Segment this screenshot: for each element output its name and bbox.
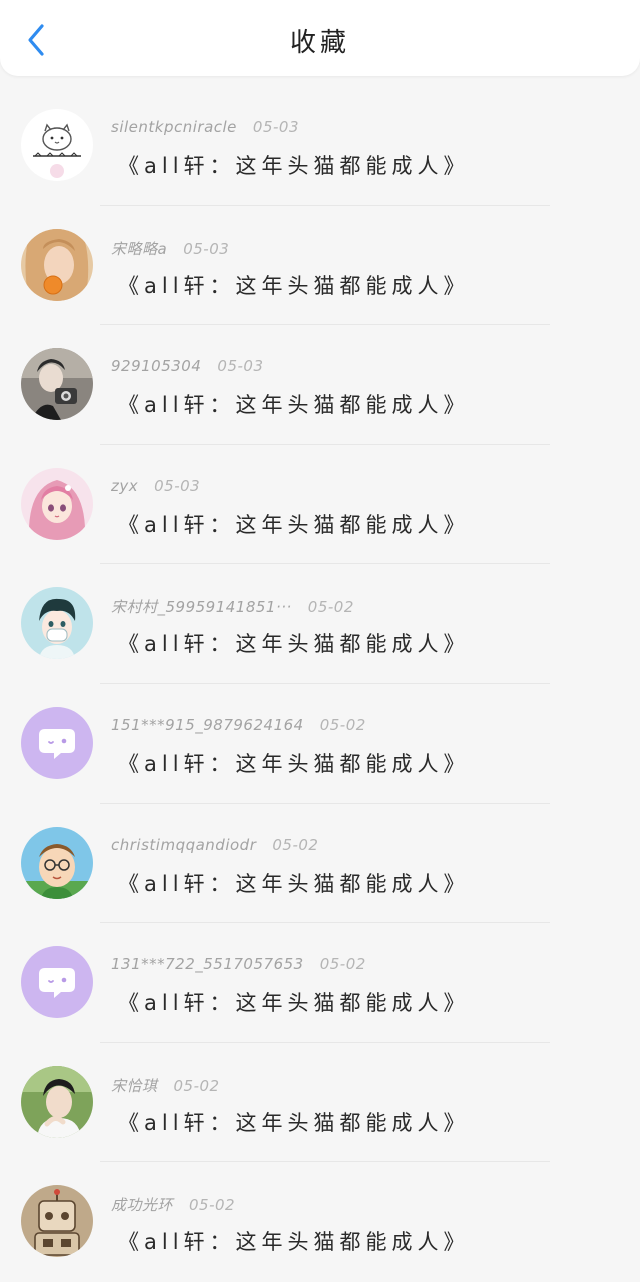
list-item[interactable]: 929105304 05-03 《all轩：这年头猫都能成人》 <box>0 325 640 445</box>
date-label: 05-02 <box>189 1196 236 1215</box>
top-bar: 收藏 <box>0 0 640 76</box>
avatar[interactable] <box>21 348 93 421</box>
username[interactable]: 宋略略a <box>111 240 167 258</box>
list-item[interactable]: christimqqandiodr 05-02 《all轩：这年头猫都能成人》 <box>0 804 640 924</box>
date-label: 05-02 <box>173 1076 220 1095</box>
date-label: 05-03 <box>252 118 299 136</box>
favorite-title[interactable]: 《all轩：这年头猫都能成人》 <box>118 270 470 300</box>
list-item[interactable]: silentkpcniracle 05-03 《all轩：这年头猫都能成人》 <box>0 86 640 206</box>
favorite-title[interactable]: 《all轩：这年头猫都能成人》 <box>118 987 470 1017</box>
date-label: 05-02 <box>307 598 354 617</box>
username[interactable]: christimqqandiodr <box>111 836 256 854</box>
list-item[interactable]: 成功光环 05-02 《all轩：这年头猫都能成人》 <box>0 1162 640 1282</box>
list-item[interactable]: 宋村村_59959141851··· 05-02 《all轩：这年头猫都能成人》 <box>0 564 640 684</box>
avatar[interactable] <box>21 1185 93 1258</box>
date-label: 05-03 <box>217 357 264 376</box>
avatar[interactable] <box>21 467 93 540</box>
list-item[interactable]: 151***915_9879624164 05-02 《all轩：这年头猫都能成人… <box>0 684 640 804</box>
favorite-title[interactable]: 《all轩：这年头猫都能成人》 <box>118 150 470 180</box>
favorites-list: silentkpcniracle 05-03 《all轩：这年头猫都能成人》 宋略… <box>0 86 640 1282</box>
username[interactable]: 宋恰琪 <box>111 1077 158 1095</box>
username[interactable]: 宋村村_59959141851··· <box>111 598 292 616</box>
favorite-title[interactable]: 《all轩：这年头猫都能成人》 <box>118 628 470 658</box>
favorite-title[interactable]: 《all轩：这年头猫都能成人》 <box>118 1107 470 1137</box>
username[interactable]: 151***915_9879624164 <box>111 716 304 734</box>
username[interactable]: silentkpcniracle <box>111 118 237 136</box>
date-label: 05-03 <box>154 476 201 495</box>
list-item[interactable]: 131***722_5517057653 05-02 《all轩：这年头猫都能成人… <box>0 923 640 1043</box>
favorite-title[interactable]: 《all轩：这年头猫都能成人》 <box>118 748 470 778</box>
avatar[interactable] <box>21 228 93 301</box>
favorite-title[interactable]: 《all轩：这年头猫都能成人》 <box>118 389 470 419</box>
list-item[interactable]: 宋恰琪 05-02 《all轩：这年头猫都能成人》 <box>0 1043 640 1163</box>
avatar[interactable] <box>21 1065 93 1138</box>
username[interactable]: 929105304 <box>111 357 201 375</box>
username[interactable]: zyx <box>111 477 138 495</box>
favorite-title[interactable]: 《all轩：这年头猫都能成人》 <box>118 509 470 539</box>
favorite-title[interactable]: 《all轩：这年头猫都能成人》 <box>118 1226 470 1256</box>
favorite-title[interactable]: 《all轩：这年头猫都能成人》 <box>118 868 470 898</box>
avatar[interactable] <box>21 587 93 660</box>
username[interactable]: 131***722_5517057653 <box>111 955 304 973</box>
date-label: 05-03 <box>183 239 230 258</box>
username[interactable]: 成功光环 <box>111 1196 173 1214</box>
avatar[interactable] <box>21 946 93 1019</box>
date-label: 05-02 <box>272 835 319 854</box>
list-item[interactable]: zyx 05-03 《all轩：这年头猫都能成人》 <box>0 445 640 565</box>
date-label: 05-02 <box>319 715 366 734</box>
date-label: 05-02 <box>319 955 366 974</box>
avatar[interactable] <box>21 706 93 779</box>
list-item[interactable]: 宋略略a 05-03 《all轩：这年头猫都能成人》 <box>0 206 640 326</box>
page-title: 收藏 <box>289 28 350 58</box>
avatar[interactable] <box>21 826 93 899</box>
avatar[interactable] <box>21 109 93 181</box>
